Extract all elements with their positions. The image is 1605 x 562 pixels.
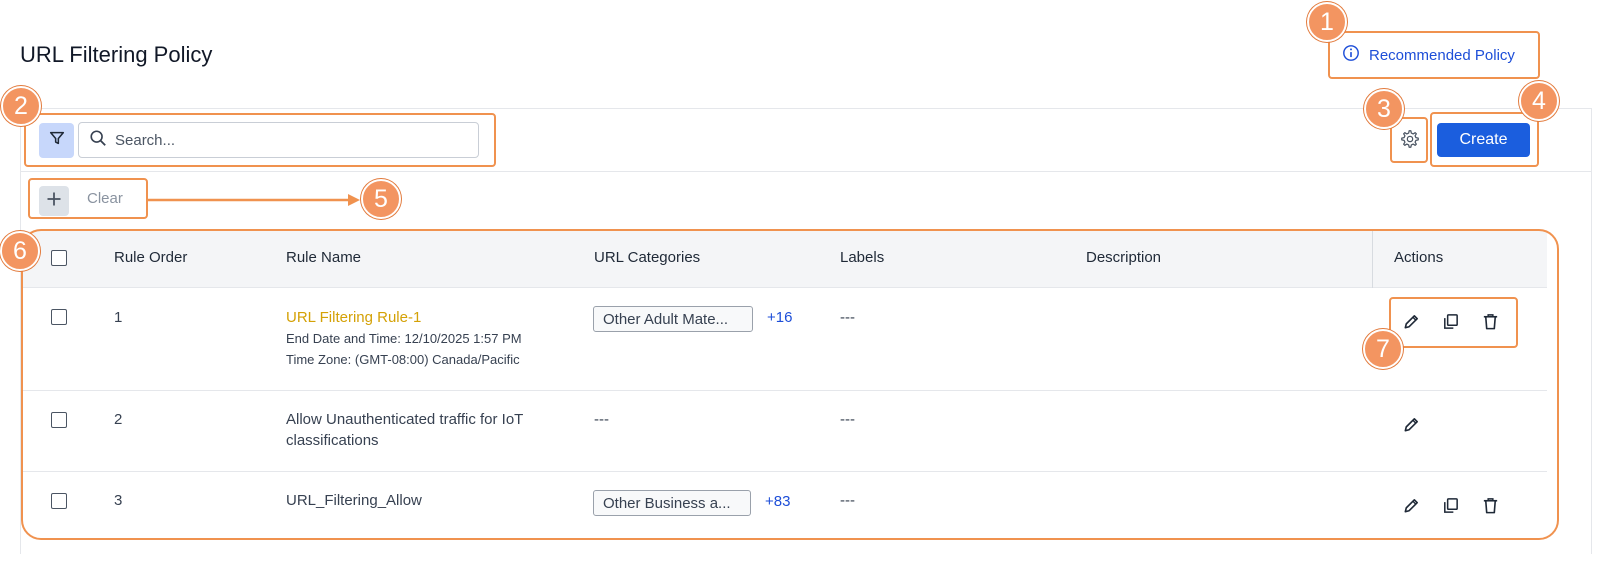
column-header-labels[interactable]: Labels	[840, 249, 884, 266]
toolbar-divider	[20, 171, 1592, 172]
row-checkbox[interactable]	[51, 309, 67, 325]
copy-button[interactable]	[1439, 497, 1461, 519]
labels-cell: ---	[840, 309, 855, 326]
edit-button[interactable]	[1400, 313, 1422, 335]
pencil-icon	[1402, 496, 1421, 520]
filter-button[interactable]	[39, 123, 74, 158]
row-divider	[21, 471, 1547, 472]
pencil-icon	[1402, 312, 1421, 336]
callout-badge: 4	[1519, 81, 1559, 121]
create-button[interactable]: Create	[1437, 123, 1530, 157]
search-icon	[89, 129, 107, 152]
plus-icon	[46, 191, 62, 212]
copy-icon	[1441, 312, 1460, 336]
column-header-rule-order[interactable]: Rule Order	[114, 249, 187, 266]
info-icon	[1342, 44, 1360, 66]
more-categories-link[interactable]: +16	[767, 309, 792, 326]
pencil-icon	[1402, 415, 1421, 439]
rule-time-zone: Time Zone: (GMT-08:00) Canada/Pacific	[286, 352, 520, 367]
row-checkbox[interactable]	[51, 493, 67, 509]
labels-cell: ---	[840, 411, 855, 428]
rule-end-date: End Date and Time: 12/10/2025 1:57 PM	[286, 331, 522, 346]
trash-icon	[1481, 312, 1500, 336]
search-box	[78, 122, 479, 158]
callout-arrow	[148, 194, 360, 206]
more-categories-link[interactable]: +83	[765, 493, 790, 510]
labels-cell: ---	[840, 492, 855, 509]
row-checkbox[interactable]	[51, 412, 67, 428]
callout-badge: 6	[0, 231, 40, 271]
column-header-description[interactable]: Description	[1086, 249, 1161, 266]
copy-button[interactable]	[1439, 313, 1461, 335]
row-divider	[21, 390, 1547, 391]
url-category-tag: Other Business a...	[593, 490, 751, 516]
copy-icon	[1441, 496, 1460, 520]
callout-badge: 5	[361, 179, 401, 219]
column-header-rule-name[interactable]: Rule Name	[286, 249, 361, 266]
rule-name-line: classifications	[286, 432, 379, 449]
search-input[interactable]	[115, 131, 465, 149]
add-filter-button[interactable]	[39, 186, 69, 216]
rule-order: 2	[114, 411, 123, 428]
callout-badge: 3	[1364, 89, 1404, 129]
gear-icon	[1400, 129, 1420, 154]
column-header-url-categories[interactable]: URL Categories	[594, 249, 700, 266]
rule-order: 1	[114, 309, 123, 326]
select-all-checkbox[interactable]	[51, 250, 67, 266]
rule-name-link[interactable]: URL Filtering Rule-1	[286, 307, 522, 328]
rule-name-cell: Allow Unauthenticated traffic for IoT cl…	[286, 409, 523, 451]
edit-button[interactable]	[1400, 497, 1422, 519]
settings-button[interactable]	[1397, 128, 1423, 154]
rule-name: URL_Filtering_Allow	[286, 492, 422, 509]
clear-button[interactable]: Clear	[87, 190, 123, 207]
url-categories-cell: ---	[594, 411, 609, 428]
trash-icon	[1481, 496, 1500, 520]
column-header-actions: Actions	[1394, 249, 1444, 266]
recommended-policy-link[interactable]: Recommended Policy	[1342, 44, 1515, 66]
delete-button[interactable]	[1479, 313, 1501, 335]
callout-badge: 2	[1, 86, 41, 126]
recommended-policy-label: Recommended Policy	[1369, 46, 1515, 64]
table-header	[21, 231, 1547, 288]
delete-button[interactable]	[1479, 497, 1501, 519]
rule-order: 3	[114, 492, 123, 509]
callout-badge: 1	[1307, 2, 1347, 42]
callout-badge: 7	[1363, 329, 1403, 369]
policy-panel	[20, 108, 1592, 554]
url-category-tag: Other Adult Mate...	[593, 306, 753, 332]
page-title: URL Filtering Policy	[20, 42, 213, 67]
rule-name-cell: URL Filtering Rule-1 End Date and Time: …	[286, 307, 522, 370]
edit-button[interactable]	[1400, 416, 1422, 438]
actions-column-divider	[1372, 231, 1373, 288]
rule-name-line: Allow Unauthenticated traffic for IoT	[286, 411, 524, 428]
filter-icon	[48, 129, 66, 152]
